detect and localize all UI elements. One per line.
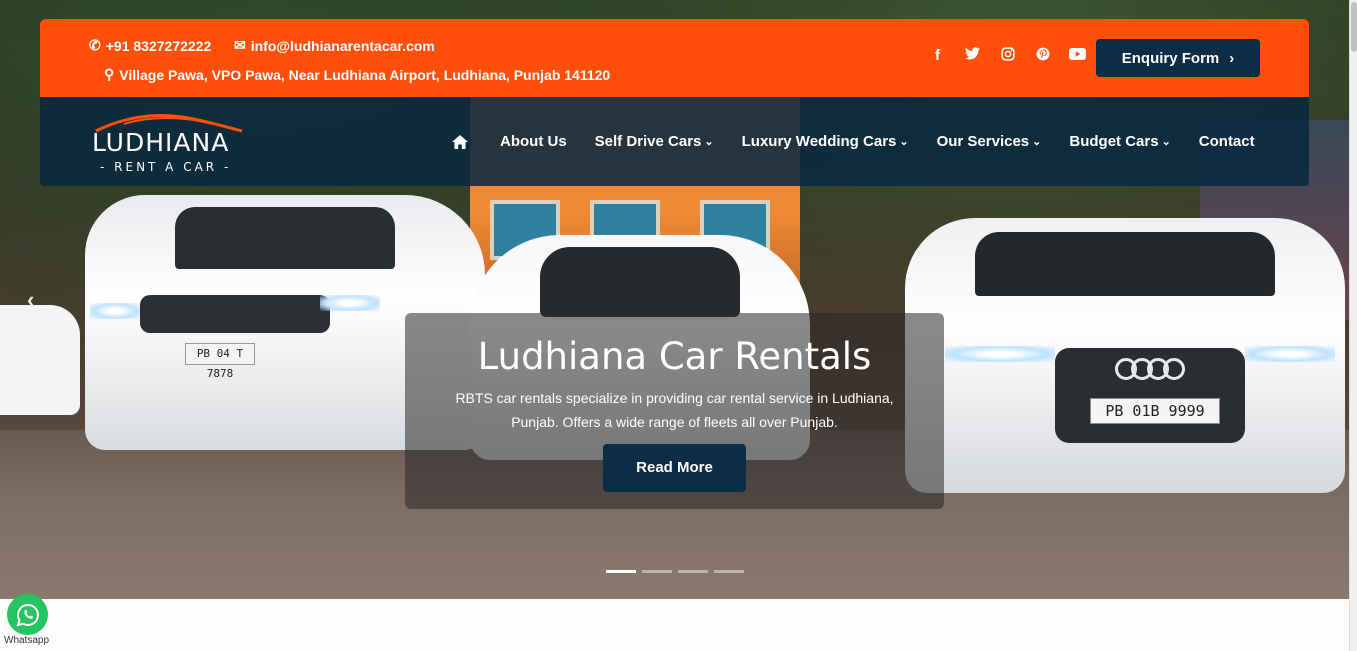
car-windshield <box>975 232 1275 296</box>
headlight <box>945 346 1055 362</box>
phone-link[interactable]: ✆ +91 8327272222 <box>89 37 211 54</box>
nav-our-services[interactable]: Our Services ⌄ <box>937 133 1042 150</box>
car-windshield <box>175 207 395 269</box>
nav-home[interactable] <box>452 134 468 149</box>
nav-budget-cars[interactable]: Budget Cars ⌄ <box>1069 133 1170 150</box>
headlight <box>320 295 380 311</box>
facebook-icon[interactable]: f <box>920 47 955 65</box>
social-links: f <box>920 47 1095 65</box>
slider-dot[interactable] <box>714 570 744 573</box>
enquiry-form-button[interactable]: Enquiry Form › <box>1096 39 1260 77</box>
map-marker-icon: ⚲ <box>104 66 115 82</box>
chevron-down-icon: ⌄ <box>899 136 909 148</box>
nav-contact[interactable]: Contact <box>1199 133 1255 150</box>
nav-about-us[interactable]: About Us <box>500 133 567 150</box>
hero-description: RBTS car rentals specialize in providing… <box>455 390 894 430</box>
nav-label: About Us <box>500 133 567 150</box>
whatsapp-icon <box>16 603 39 626</box>
email-address: info@ludhianarentacar.com <box>250 37 435 54</box>
envelope-icon: ✉ <box>234 37 246 53</box>
phone-icon: ✆ <box>89 37 101 53</box>
logo-tagline: - RENT A CAR - <box>100 160 232 174</box>
address: ⚲ Village Pawa, VPO Pawa, Near Ludhiana … <box>104 66 610 83</box>
car-windshield <box>540 247 740 317</box>
chevron-down-icon: ⌄ <box>704 136 714 148</box>
slider-dot[interactable] <box>678 570 708 573</box>
headlight <box>1245 346 1335 362</box>
car-audi: PB 01B 9999 <box>905 218 1345 493</box>
enquiry-label: Enquiry Form <box>1121 49 1220 67</box>
headlight <box>90 303 140 319</box>
chevron-down-icon: ⌄ <box>1161 136 1171 148</box>
nav-label: Budget Cars <box>1069 133 1159 150</box>
car-grille <box>140 295 330 333</box>
chevron-right-icon: › <box>1229 49 1235 67</box>
whatsapp-button[interactable] <box>7 594 48 635</box>
scrollbar-thumb[interactable] <box>1351 2 1357 52</box>
hero-caption: Ludhiana Car Rentals RBTS car rentals sp… <box>405 313 944 509</box>
youtube-icon[interactable] <box>1060 47 1095 65</box>
logo-wordmark: LUDHIANA <box>92 128 230 157</box>
nav-self-drive-cars[interactable]: Self Drive Cars ⌄ <box>595 133 714 150</box>
slider-prev-arrow-icon[interactable]: ‹ <box>27 287 34 313</box>
chevron-down-icon: ⌄ <box>1032 136 1042 148</box>
hero-title: Ludhiana Car Rentals <box>477 335 872 378</box>
read-more-button[interactable]: Read More <box>603 444 746 492</box>
main-navbar: LUDHIANA - RENT A CAR - About Us Self Dr… <box>40 97 1309 186</box>
page-scrollbar[interactable] <box>1349 0 1357 651</box>
audi-logo <box>1115 358 1185 380</box>
instagram-icon[interactable] <box>990 47 1025 65</box>
top-contact-bar: ✆ +91 8327272222 ✉ info@ludhianarentacar… <box>40 19 1309 97</box>
nav-label: Luxury Wedding Cars <box>741 133 897 150</box>
address-text: Village Pawa, VPO Pawa, Near Ludhiana Ai… <box>119 66 611 83</box>
site-logo[interactable]: LUDHIANA - RENT A CAR - <box>90 111 254 174</box>
twitter-icon[interactable] <box>955 47 990 65</box>
nav-luxury-wedding-cars[interactable]: Luxury Wedding Cars ⌄ <box>742 133 909 150</box>
nav-label: Our Services <box>936 133 1030 150</box>
home-icon <box>452 134 468 149</box>
phone-number: +91 8327272222 <box>105 37 212 54</box>
slider-dot[interactable] <box>606 570 636 573</box>
nav-label: Contact <box>1198 133 1255 150</box>
car-partial <box>0 305 80 415</box>
email-link[interactable]: ✉ info@ludhianarentacar.com <box>234 37 435 54</box>
license-plate: PB 04 T 7878 <box>185 343 255 380</box>
pinterest-icon[interactable] <box>1025 47 1060 65</box>
slider-dot[interactable] <box>642 570 672 573</box>
nav-menu: About Us Self Drive Cars ⌄ Luxury Weddin… <box>452 133 1255 150</box>
nav-label: Self Drive Cars <box>594 133 702 150</box>
license-plate: PB 01B 9999 <box>1090 398 1220 424</box>
whatsapp-label: Whatsapp <box>4 635 50 646</box>
slider-indicators <box>606 570 744 573</box>
